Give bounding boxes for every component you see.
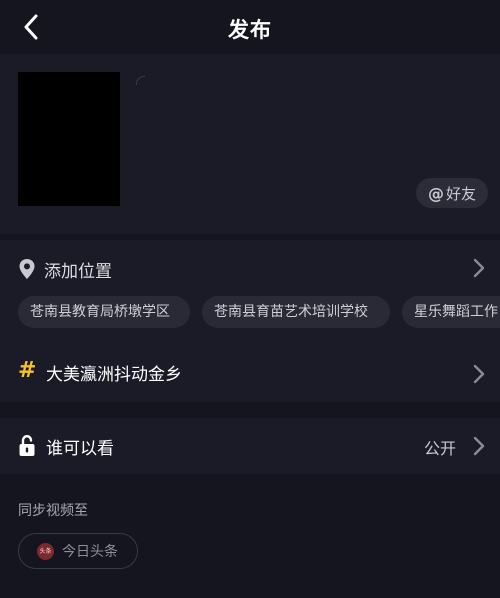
page-title: 发布 [228, 18, 272, 42]
caption-input[interactable] [134, 72, 474, 172]
at-icon: @ [427, 183, 444, 203]
location-chip[interactable]: 苍南县教育局桥墩学区 [18, 296, 190, 328]
topic-row[interactable]: # 大美瀛洲抖动金乡 [0, 346, 500, 402]
add-location-row[interactable]: 添加位置 [0, 240, 500, 296]
hashtag-icon: # [18, 358, 37, 383]
location-chip[interactable]: 星乐舞蹈工作 [402, 296, 500, 328]
who-can-view-label: 谁可以看 [46, 439, 114, 459]
publish-page: 发布 @ 好友 添加位置 苍南县教育局桥墩学区 苍南县育苗艺术培训学校 星乐舞蹈… [0, 0, 500, 598]
chevron-right-icon [473, 364, 485, 384]
location-suggestions: 苍南县教育局桥墩学区 苍南县育苗艺术培训学校 星乐舞蹈工作 [0, 296, 500, 330]
text-cursor-icon [136, 76, 145, 85]
location-chip[interactable]: 苍南县育苗艺术培训学校 [202, 296, 390, 328]
add-location-label: 添加位置 [44, 262, 112, 282]
topic-label: 大美瀛洲抖动金乡 [46, 365, 182, 385]
unlock-icon [19, 434, 35, 456]
sync-section-title: 同步视频至 [18, 503, 88, 519]
media-card: @ 好友 [0, 54, 500, 234]
location-topic-section: 添加位置 苍南县教育局桥墩学区 苍南县育苗艺术培训学校 星乐舞蹈工作 # 大美瀛… [0, 240, 500, 402]
privacy-value: 公开 [423, 439, 456, 458]
chevron-right-icon [473, 258, 485, 278]
map-pin-icon [19, 259, 35, 279]
mention-friends-label: 好友 [445, 184, 476, 203]
sync-toutiao-toggle[interactable]: 头条 今日头条 [18, 533, 138, 569]
chevron-right-icon [473, 436, 485, 456]
who-can-view-row[interactable]: 谁可以看 公开 [0, 418, 500, 474]
sync-target-label: 今日头条 [62, 544, 118, 560]
toutiao-icon: 头条 [37, 542, 54, 560]
top-bar: 发布 [0, 0, 500, 54]
mention-friends-button[interactable]: @ 好友 [416, 178, 488, 208]
video-thumbnail[interactable] [18, 72, 120, 206]
